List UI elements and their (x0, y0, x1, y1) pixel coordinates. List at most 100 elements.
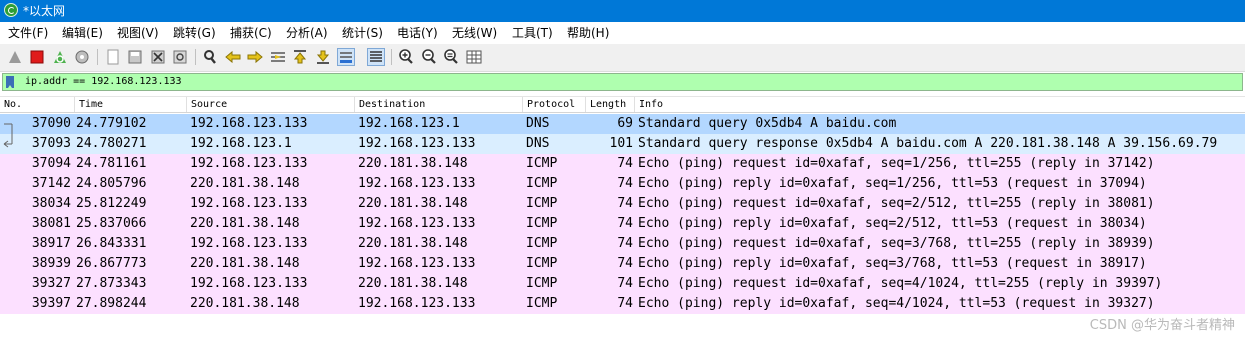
packet-destination: 220.181.38.148 (358, 196, 468, 211)
reload-icon[interactable] (171, 48, 189, 66)
packet-list-header: No. Time Source Destination Protocol Len… (0, 96, 1245, 113)
menu-analyze[interactable]: 分析(A) (286, 22, 328, 44)
packet-row[interactable]: 37090 24.779102 192.168.123.133 192.168.… (0, 114, 1245, 134)
packet-protocol: ICMP (526, 176, 558, 191)
packet-row[interactable]: 37142 24.805796 220.181.38.148 192.168.1… (0, 174, 1245, 194)
menu-statistics[interactable]: 统计(S) (342, 22, 383, 44)
packet-source: 192.168.123.133 (190, 116, 308, 131)
packet-destination: 192.168.123.133 (358, 296, 476, 311)
packet-source: 192.168.123.133 (190, 196, 308, 211)
packet-protocol: ICMP (526, 236, 558, 251)
packet-no: 37093 (31, 136, 71, 151)
packet-row[interactable]: 37094 24.781161 192.168.123.133 220.181.… (0, 154, 1245, 174)
packet-no: 39327 (31, 276, 71, 291)
normal-size-icon[interactable] (442, 48, 460, 66)
packet-protocol: ICMP (526, 156, 558, 171)
menu-view[interactable]: 视图(V) (117, 22, 159, 44)
first-packet-icon[interactable] (291, 48, 309, 66)
zoom-in-icon[interactable] (397, 48, 415, 66)
packet-time: 25.837066 (76, 216, 147, 231)
packet-row[interactable]: 37093 24.780271 192.168.123.1 192.168.12… (0, 134, 1245, 154)
column-header-protocol[interactable]: Protocol (523, 97, 586, 112)
packet-no: 39397 (31, 296, 71, 311)
packet-no: 38034 (31, 196, 71, 211)
packet-info: Echo (ping) reply id=0xafaf, seq=3/768, … (638, 256, 1147, 271)
packet-source: 220.181.38.148 (190, 296, 300, 311)
close-file-icon[interactable] (149, 48, 167, 66)
column-header-length[interactable]: Length (586, 97, 635, 112)
menu-edit[interactable]: 编辑(E) (62, 22, 103, 44)
packet-source: 192.168.123.1 (190, 136, 292, 151)
packet-row[interactable]: 38034 25.812249 192.168.123.133 220.181.… (0, 194, 1245, 214)
go-forward-icon[interactable] (246, 48, 264, 66)
packet-protocol: ICMP (526, 276, 558, 291)
packet-length: 74 (617, 236, 633, 251)
packet-no: 38081 (31, 216, 71, 231)
zoom-out-icon[interactable] (420, 48, 438, 66)
menu-tools[interactable]: 工具(T) (512, 22, 553, 44)
title-bar: *以太网 (0, 0, 1245, 22)
packet-length: 74 (617, 276, 633, 291)
display-filter-input[interactable]: ip.addr == 192.168.123.133 (2, 73, 1243, 91)
packet-source: 220.181.38.148 (190, 256, 300, 271)
column-header-source[interactable]: Source (187, 97, 355, 112)
packet-info: Echo (ping) request id=0xafaf, seq=2/512… (638, 196, 1155, 211)
packet-source: 220.181.38.148 (190, 216, 300, 231)
packet-info: Standard query response 0x5db4 A baidu.c… (638, 136, 1218, 151)
packet-info: Standard query 0x5db4 A baidu.com (638, 116, 897, 131)
autoscroll-icon[interactable] (337, 48, 355, 66)
bookmark-icon[interactable] (6, 76, 14, 88)
go-back-icon[interactable] (224, 48, 242, 66)
window-title: *以太网 (23, 4, 66, 18)
packet-row[interactable]: 38939 26.867773 220.181.38.148 192.168.1… (0, 254, 1245, 274)
display-filter-bar: ip.addr == 192.168.123.133 (0, 72, 1245, 92)
column-header-time[interactable]: Time (75, 97, 187, 112)
packet-destination: 192.168.123.133 (358, 136, 476, 151)
toolbar-separator (195, 49, 196, 65)
packet-info: Echo (ping) reply id=0xafaf, seq=2/512, … (638, 216, 1147, 231)
colorize-icon[interactable] (367, 48, 385, 66)
open-file-icon[interactable] (104, 48, 122, 66)
main-toolbar (0, 44, 1245, 72)
stop-capture-icon[interactable] (28, 48, 46, 66)
menu-wireless[interactable]: 无线(W) (452, 22, 497, 44)
capture-options-icon[interactable] (73, 48, 91, 66)
packet-length: 74 (617, 156, 633, 171)
menu-go[interactable]: 跳转(G) (173, 22, 216, 44)
restart-capture-icon[interactable] (51, 48, 69, 66)
packet-time: 24.781161 (76, 156, 147, 171)
packet-row[interactable]: 38081 25.837066 220.181.38.148 192.168.1… (0, 214, 1245, 234)
packet-info: Echo (ping) reply id=0xafaf, seq=1/256, … (638, 176, 1147, 191)
start-capture-icon[interactable] (6, 48, 24, 66)
packet-row[interactable]: 38917 26.843331 192.168.123.133 220.181.… (0, 234, 1245, 254)
last-packet-icon[interactable] (314, 48, 332, 66)
resize-columns-icon[interactable] (465, 48, 483, 66)
packet-time: 24.779102 (76, 116, 147, 131)
packet-protocol: ICMP (526, 216, 558, 231)
packet-destination: 220.181.38.148 (358, 156, 468, 171)
packet-time: 26.867773 (76, 256, 147, 271)
wireshark-fin-icon (4, 3, 18, 17)
menu-capture[interactable]: 捕获(C) (230, 22, 272, 44)
go-to-packet-icon[interactable] (269, 48, 287, 66)
save-file-icon[interactable] (126, 48, 144, 66)
column-header-info[interactable]: Info (635, 97, 1245, 112)
packet-no: 37094 (31, 156, 71, 171)
menu-help[interactable]: 帮助(H) (567, 22, 609, 44)
packet-destination: 192.168.123.133 (358, 176, 476, 191)
packet-source: 192.168.123.133 (190, 236, 308, 251)
packet-row[interactable]: 39327 27.873343 192.168.123.133 220.181.… (0, 274, 1245, 294)
packet-length: 74 (617, 216, 633, 231)
packet-time: 26.843331 (76, 236, 147, 251)
packet-protocol: ICMP (526, 296, 558, 311)
column-header-no[interactable]: No. (0, 97, 75, 112)
toolbar-separator (391, 49, 392, 65)
find-packet-icon[interactable] (201, 48, 219, 66)
packet-no: 38939 (31, 256, 71, 271)
packet-row[interactable]: 39397 27.898244 220.181.38.148 192.168.1… (0, 294, 1245, 314)
menu-telephony[interactable]: 电话(Y) (397, 22, 438, 44)
column-header-destination[interactable]: Destination (355, 97, 523, 112)
packet-time: 24.780271 (76, 136, 147, 151)
packet-length: 74 (617, 296, 633, 311)
menu-file[interactable]: 文件(F) (8, 22, 48, 44)
